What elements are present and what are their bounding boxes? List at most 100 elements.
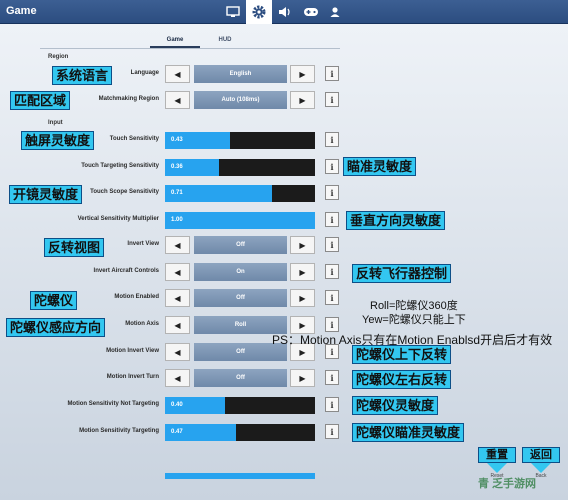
annotation-motion-targeting: 陀螺仪瞄准灵敏度 bbox=[352, 423, 465, 442]
next-option-button[interactable]: ▶ bbox=[290, 236, 315, 254]
info-icon[interactable]: i bbox=[325, 370, 339, 385]
next-option-button[interactable]: ▶ bbox=[290, 289, 315, 307]
next-option-button[interactable]: ▶ bbox=[290, 369, 315, 387]
annotation-back: 返回 bbox=[522, 447, 560, 463]
arrow-down-icon bbox=[531, 463, 551, 473]
setting-label: Motion Invert Turn bbox=[106, 374, 159, 380]
info-icon[interactable]: i bbox=[325, 237, 339, 252]
annotation-vertical-sensitivity: 垂直方向灵敏度 bbox=[346, 211, 446, 230]
tab-game[interactable]: Game bbox=[150, 37, 200, 43]
option-value: Off bbox=[194, 369, 287, 387]
setting-label: Motion Invert View bbox=[106, 348, 159, 354]
settings-panel: Game HUD Region Input Language ◀ English… bbox=[0, 24, 568, 500]
previous-option-button[interactable]: ◀ bbox=[165, 65, 190, 83]
sensitivity-slider[interactable]: 0.71 bbox=[165, 185, 315, 202]
annotation-yaw-note: Yew=陀螺仪只能上下 bbox=[362, 314, 466, 326]
info-icon[interactable]: i bbox=[325, 424, 339, 439]
sensitivity-slider[interactable]: 1.00 bbox=[165, 212, 315, 229]
annotation-scope-sensitivity: 开镜灵敏度 bbox=[9, 185, 83, 204]
slider-value: 0.71 bbox=[171, 190, 183, 196]
setting-invert-aircraft-controls: Invert Aircraft Controls ◀ On ▶ i bbox=[0, 262, 568, 282]
sensitivity-slider[interactable]: 0.36 bbox=[165, 159, 315, 176]
section-region: Region bbox=[48, 54, 69, 60]
setting-vertical-sensitivity-multiplier: Vertical Sensitivity Multiplier 1.00 i bbox=[0, 210, 568, 230]
annotation-invert-aircraft: 反转飞行器控制 bbox=[352, 264, 452, 283]
info-icon[interactable]: i bbox=[325, 290, 339, 305]
divider bbox=[40, 48, 340, 49]
setting-label: Motion Sensitivity Not Targeting bbox=[67, 401, 159, 407]
annotation-reset: 重置 bbox=[478, 447, 516, 463]
previous-option-button[interactable]: ◀ bbox=[165, 263, 190, 281]
setting-label: Motion Sensitivity Targeting bbox=[79, 428, 159, 434]
annotation-language: 系统语言 bbox=[52, 66, 113, 85]
next-option-button[interactable]: ▶ bbox=[290, 91, 315, 109]
annotation-motion-invert-view: 陀螺仪上下反转 bbox=[352, 345, 452, 364]
setting-label: Touch Targeting Sensitivity bbox=[81, 163, 159, 169]
annotation-motion-sensitivity: 陀螺仪灵敏度 bbox=[352, 396, 439, 415]
info-icon[interactable]: i bbox=[325, 317, 339, 332]
previous-option-button[interactable]: ◀ bbox=[165, 316, 190, 334]
previous-option-button[interactable]: ◀ bbox=[165, 236, 190, 254]
previous-option-button[interactable]: ◀ bbox=[165, 343, 190, 361]
setting-label: Touch Scope Sensitivity bbox=[90, 189, 159, 195]
annotation-invert-view: 反转视图 bbox=[44, 238, 105, 257]
setting-motion-sensitivity-not-targeting: Motion Sensitivity Not Targeting 0.40 i bbox=[0, 395, 568, 415]
setting-touch-targeting-sensitivity: Touch Targeting Sensitivity 0.36 i bbox=[0, 157, 568, 177]
setting-motion-enabled: Motion Enabled ◀ Off ▶ i bbox=[0, 288, 568, 308]
annotation-motion-invert-turn: 陀螺仪左右反转 bbox=[352, 370, 452, 389]
setting-label: Invert Aircraft Controls bbox=[93, 268, 159, 274]
slider-value: 0.43 bbox=[171, 137, 183, 143]
sensitivity-slider[interactable]: 0.47 bbox=[165, 424, 315, 441]
option-value: Off bbox=[194, 236, 287, 254]
option-value: Off bbox=[194, 289, 287, 307]
info-icon[interactable]: i bbox=[325, 397, 339, 412]
setting-label: Touch Sensitivity bbox=[109, 136, 159, 142]
info-icon[interactable]: i bbox=[325, 92, 339, 107]
previous-option-button[interactable]: ◀ bbox=[165, 289, 190, 307]
setting-label: Motion Enabled bbox=[114, 294, 159, 300]
section-input: Input bbox=[48, 120, 63, 126]
slider-value: 0.47 bbox=[171, 429, 183, 435]
app-title: Game bbox=[6, 5, 37, 17]
info-icon[interactable]: i bbox=[325, 212, 339, 227]
tab-hud[interactable]: HUD bbox=[200, 37, 250, 43]
next-option-button[interactable]: ▶ bbox=[290, 65, 315, 83]
option-value: On bbox=[194, 263, 287, 281]
slider-value: 0.40 bbox=[171, 402, 183, 408]
info-icon[interactable]: i bbox=[325, 185, 339, 200]
setting-touch-scope-sensitivity: Touch Scope Sensitivity 0.71 i bbox=[0, 183, 568, 203]
info-icon[interactable]: i bbox=[325, 132, 339, 147]
gear-icon[interactable] bbox=[246, 0, 272, 24]
annotation-region: 匹配区域 bbox=[10, 91, 71, 110]
setting-label: Language bbox=[130, 70, 159, 76]
arrow-down-icon bbox=[487, 463, 507, 473]
gamepad-icon[interactable] bbox=[298, 0, 324, 24]
info-icon[interactable]: i bbox=[325, 66, 339, 81]
slider-fill bbox=[165, 212, 315, 229]
info-icon[interactable]: i bbox=[325, 159, 339, 174]
setting-motion-invert-turn: Motion Invert Turn ◀ Off ▶ i bbox=[0, 368, 568, 388]
annotation-motion-enabled: 陀螺仪 bbox=[30, 291, 78, 310]
setting-label: Vertical Sensitivity Multiplier bbox=[77, 216, 159, 222]
next-option-button[interactable]: ▶ bbox=[290, 263, 315, 281]
annotation-motion-axis: 陀螺仪感应方向 bbox=[6, 318, 106, 337]
watermark: 青 乏手游网 bbox=[478, 478, 537, 490]
option-value: Auto (108ms) bbox=[194, 91, 287, 109]
sensitivity-slider[interactable]: 0.43 bbox=[165, 132, 315, 149]
annotation-targeting-sensitivity: 瞄准灵敏度 bbox=[343, 157, 417, 176]
display-icon[interactable] bbox=[220, 0, 246, 24]
setting-matchmaking-region: Matchmaking Region ◀ Auto (108ms) ▶ i bbox=[0, 90, 568, 110]
top-bar: Game bbox=[0, 0, 568, 24]
speaker-icon[interactable] bbox=[272, 0, 298, 24]
annotation-touch-sensitivity: 触屏灵敏度 bbox=[21, 131, 95, 150]
setting-label: Matchmaking Region bbox=[98, 96, 159, 102]
previous-option-button[interactable]: ◀ bbox=[165, 369, 190, 387]
setting-label: Invert View bbox=[127, 241, 159, 247]
info-icon[interactable]: i bbox=[325, 264, 339, 279]
slider-value: 1.00 bbox=[171, 217, 183, 223]
sensitivity-slider[interactable]: 0.40 bbox=[165, 397, 315, 414]
user-icon[interactable] bbox=[322, 0, 348, 24]
setting-motion-sensitivity-targeting: Motion Sensitivity Targeting 0.47 i bbox=[0, 422, 568, 442]
option-value: English bbox=[194, 65, 287, 83]
previous-option-button[interactable]: ◀ bbox=[165, 91, 190, 109]
